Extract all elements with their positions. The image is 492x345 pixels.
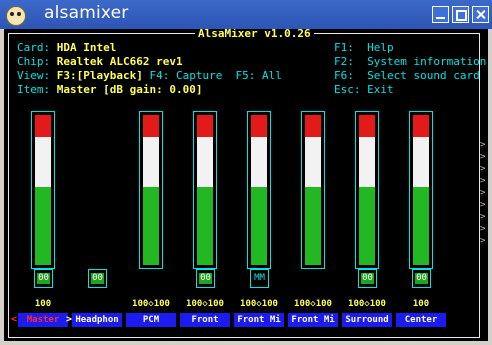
channel-master-0-name[interactable]: Master xyxy=(18,313,68,327)
alsamixer-app-icon[interactable] xyxy=(6,6,26,26)
channel-surround-6-mute-state: 00 xyxy=(361,273,374,284)
channel-master-0-mute-toggle[interactable]: 00 xyxy=(34,269,53,288)
info-view: View: F3:[Playback] F4: Capture F5: All xyxy=(17,69,282,83)
channel-pcm-2-volume-bar[interactable] xyxy=(139,111,163,269)
channel-headphon-1-name[interactable]: Headphon xyxy=(72,313,122,327)
key-exit-key: Esc: xyxy=(334,83,361,96)
key-help-key: F1: xyxy=(334,41,354,54)
channel-center-7-level-green xyxy=(413,186,429,265)
channel-center-7-volume-label: 100 xyxy=(412,299,430,309)
key-sysinfo-label: System information xyxy=(367,55,487,68)
channel-surround-6-mute-toggle[interactable]: 00 xyxy=(358,269,377,288)
channel-front-3-level-green xyxy=(197,186,213,265)
info-item-value: Master [dB gain: 0.00] xyxy=(56,83,203,96)
channel-center-7-mute-toggle[interactable]: 00 xyxy=(412,269,431,288)
channel-pcm-2-level-green xyxy=(143,186,159,265)
channel-front-mi-5-volume-bar[interactable] xyxy=(301,111,325,269)
channel-center-7-level-red xyxy=(413,115,429,137)
channel-front-3-volume-label: 100◇100 xyxy=(186,299,224,309)
key-soundcard: F6: Select sound card xyxy=(334,69,480,83)
channel-surround-6-level-green xyxy=(359,186,375,265)
channel-front-mi-4-level-red xyxy=(251,115,267,137)
channel-front-3-mute-state: 00 xyxy=(199,273,212,284)
channel-master-0-volume-label: 100 xyxy=(34,299,52,309)
channel-center-7-level-white xyxy=(413,136,429,187)
mixer-title: AlsaMixer v1.0.26 xyxy=(195,29,314,40)
key-help-label: Help xyxy=(367,41,394,54)
channel-front-mi-4-level-green xyxy=(251,186,267,265)
channel-front-mi-5-name[interactable]: Front Mi xyxy=(288,313,338,327)
channel-surround-6-volume-bar[interactable] xyxy=(355,111,379,269)
channel-front-mi-4-level-white xyxy=(251,136,267,187)
view-playback[interactable]: F3:[Playback] xyxy=(57,69,143,82)
channel-master-0-level-white xyxy=(35,136,51,187)
channel-master-0-level-red xyxy=(35,115,51,137)
channel-pcm-2-name[interactable]: PCM xyxy=(126,313,176,327)
channel-pcm-2-level-white xyxy=(143,136,159,187)
channel-headphon-1-mute-state: 00 xyxy=(91,273,104,284)
selection-left-arrow-icon: < xyxy=(11,314,18,325)
channel-front-mi-5-level-white xyxy=(305,136,321,187)
channel-front-mi-5-volume-label: 100◇100 xyxy=(294,299,332,309)
channel-front-mi-4-mute-toggle[interactable]: MM xyxy=(250,269,269,288)
key-sysinfo: F2: System information xyxy=(334,55,486,69)
channel-front-mi-4-mute-state: MM xyxy=(254,273,265,283)
channel-front-mi-5-level-red xyxy=(305,115,321,137)
window-title: alsamixer xyxy=(44,3,129,23)
key-exit: Esc: Exit xyxy=(334,83,394,97)
scroll-indicator: > > > > > > > > > xyxy=(480,140,486,246)
channel-front-3-level-red xyxy=(197,115,213,137)
view-other-modes[interactable]: F4: Capture F5: All xyxy=(143,69,281,82)
channel-master-0-mute-state: 00 xyxy=(37,273,50,284)
info-card: Card: HDA Intel xyxy=(17,41,116,55)
key-soundcard-key: F6: xyxy=(334,69,354,82)
channel-front-mi-5-level-green xyxy=(305,186,321,265)
channel-front-mi-4-name[interactable]: Front Mi xyxy=(234,313,284,327)
maximize-button[interactable] xyxy=(452,6,469,23)
channel-master-0-level-green xyxy=(35,186,51,265)
key-exit-label: Exit xyxy=(367,83,394,96)
minimize-button[interactable] xyxy=(432,6,449,23)
channel-surround-6-level-red xyxy=(359,115,375,137)
info-card-key: Card: xyxy=(17,41,51,54)
channel-front-mi-4-volume-bar[interactable] xyxy=(247,111,271,269)
info-view-key: View: xyxy=(17,69,51,82)
channel-front-mi-4-volume-label: 100◇100 xyxy=(240,299,278,309)
channel-center-7-volume-bar[interactable] xyxy=(409,111,433,269)
channel-front-3-mute-toggle[interactable]: 00 xyxy=(196,269,215,288)
title-bar[interactable]: alsamixer xyxy=(0,0,492,29)
info-chip-value: Realtek ALC662 rev1 xyxy=(56,55,183,68)
channel-center-7-mute-state: 00 xyxy=(415,273,428,284)
channel-front-3-level-white xyxy=(197,136,213,187)
channel-surround-6-level-white xyxy=(359,136,375,187)
key-sysinfo-key: F2: xyxy=(334,55,354,68)
key-soundcard-label: Select sound card xyxy=(367,69,480,82)
info-item: Item: Master [dB gain: 0.00] xyxy=(17,83,202,97)
info-card-value: HDA Intel xyxy=(56,41,117,54)
info-chip: Chip: Realtek ALC662 rev1 xyxy=(17,55,183,69)
info-chip-key: Chip: xyxy=(17,55,51,68)
channel-pcm-2-level-red xyxy=(143,115,159,137)
channel-surround-6-volume-label: 100◇100 xyxy=(348,299,386,309)
terminal[interactable]: AlsaMixer v1.0.26 Card: HDA Intel Chip: … xyxy=(4,29,488,341)
channel-front-3-name[interactable]: Front xyxy=(180,313,230,327)
channel-master-0-volume-bar[interactable] xyxy=(31,111,55,269)
key-help: F1: Help xyxy=(334,41,394,55)
close-button[interactable] xyxy=(472,6,489,23)
channel-surround-6-name[interactable]: Surround xyxy=(342,313,392,327)
channel-pcm-2-volume-label: 100◇100 xyxy=(132,299,170,309)
channel-center-7-name[interactable]: Center xyxy=(396,313,446,327)
channel-front-3-volume-bar[interactable] xyxy=(193,111,217,269)
channel-headphon-1-mute-toggle[interactable]: 00 xyxy=(88,269,107,288)
info-item-key: Item: xyxy=(17,83,51,96)
